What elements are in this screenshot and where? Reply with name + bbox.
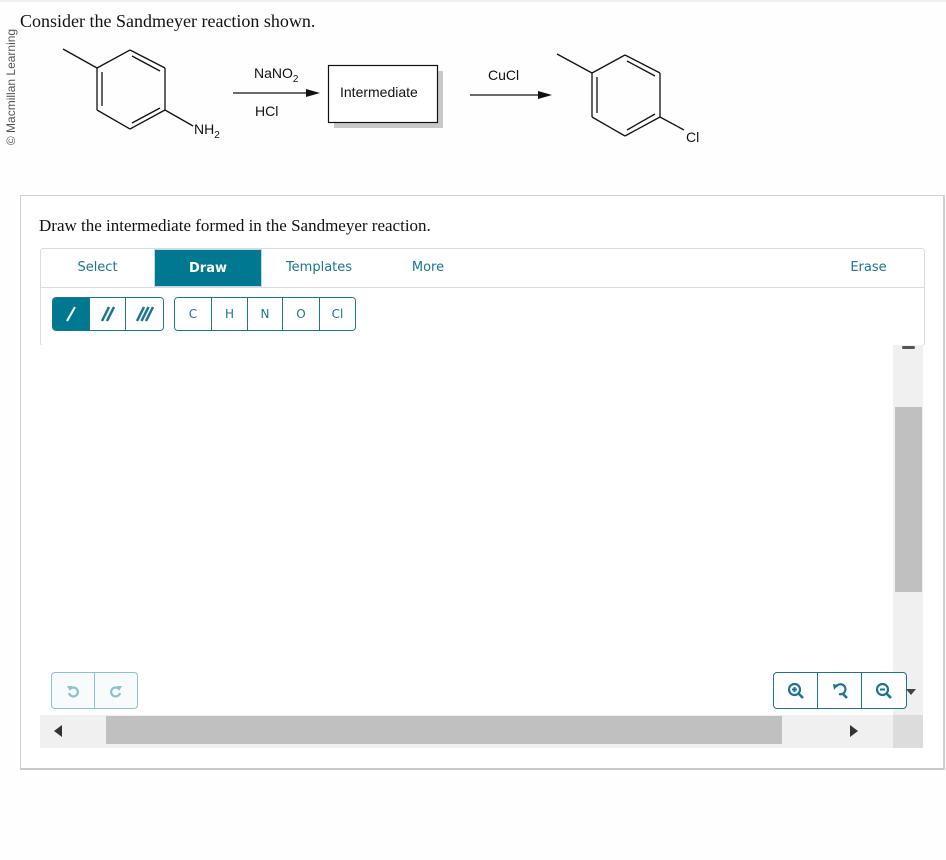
vertical-scroll-thumb[interactable] — [895, 407, 922, 592]
zoom-in-icon — [787, 682, 804, 699]
drawing-canvas[interactable] — [40, 345, 923, 749]
instruction-text: Draw the intermediate formed in the Sand… — [39, 216, 431, 235]
double-bond-button[interactable] — [89, 298, 127, 330]
zoom-dropdown-caret-icon[interactable] — [906, 689, 916, 695]
question-prompt: Consider the Sandmeyer reaction shown. — [20, 11, 316, 31]
triple-bond-button[interactable] — [126, 298, 163, 330]
triple-bond-icon — [135, 306, 154, 322]
horizontal-scrollbar[interactable] — [40, 715, 893, 748]
redo-icon — [110, 685, 122, 697]
atom-n-button[interactable]: N — [248, 298, 283, 330]
top-divider — [0, 0, 946, 2]
zoom-out-icon — [875, 682, 892, 699]
scrollbar-corner — [893, 715, 923, 748]
tab-erase[interactable]: Erase — [831, 249, 906, 287]
intermediate-label: Intermediate — [340, 84, 418, 100]
history-controls — [51, 672, 138, 709]
zoom-out-button[interactable] — [862, 673, 906, 708]
atom-h-button[interactable]: H — [212, 298, 248, 330]
reset-zoom-icon — [832, 682, 848, 699]
horizontal-scroll-thumb[interactable] — [106, 716, 782, 744]
zoom-in-button[interactable] — [774, 673, 818, 708]
reaction-arrow-1 — [233, 89, 320, 97]
editor-tabs: Select Draw Templates More Erase — [41, 249, 924, 288]
single-bond-icon — [65, 306, 76, 322]
editor-toolbar: Select Draw Templates More Erase C H N O… — [40, 248, 925, 346]
atom-c-button[interactable]: C — [175, 298, 212, 330]
reagent-hcl: HCl — [255, 103, 278, 119]
scroll-up-cap[interactable] — [902, 346, 915, 349]
reagent-cucl: CuCl — [488, 67, 519, 83]
atom-tool-group: C H N O Cl — [174, 297, 356, 331]
reactant-molecule — [62, 48, 194, 130]
atom-o-button[interactable]: O — [283, 298, 320, 330]
product-chloro-label: Cl — [686, 129, 699, 145]
undo-icon — [67, 685, 79, 697]
single-bond-button[interactable] — [53, 298, 90, 330]
scroll-left-arrow-icon[interactable] — [54, 725, 62, 737]
tab-more[interactable]: More — [376, 249, 480, 287]
reagent-nano2: NaNO2 — [254, 65, 299, 85]
reaction-arrow-2 — [470, 91, 552, 99]
tab-draw[interactable]: Draw — [154, 249, 262, 287]
zoom-controls — [773, 672, 907, 709]
product-molecule — [556, 53, 685, 137]
redo-button[interactable] — [95, 673, 137, 708]
reaction-scheme: NH2 NaNO2 HCl Intermediate CuCl Cl — [62, 48, 699, 145]
tab-select[interactable]: Select — [41, 249, 154, 287]
tab-templates[interactable]: Templates — [262, 249, 376, 287]
reset-zoom-button[interactable] — [818, 673, 862, 708]
answer-panel: Draw the intermediate formed in the Sand… — [20, 195, 945, 770]
undo-button[interactable] — [52, 673, 95, 708]
atom-cl-button[interactable]: Cl — [320, 298, 355, 330]
scroll-right-arrow-icon[interactable] — [850, 725, 858, 737]
bond-tool-group — [52, 297, 164, 331]
double-bond-icon — [100, 306, 115, 322]
reactant-amine-label: NH2 — [194, 121, 220, 141]
